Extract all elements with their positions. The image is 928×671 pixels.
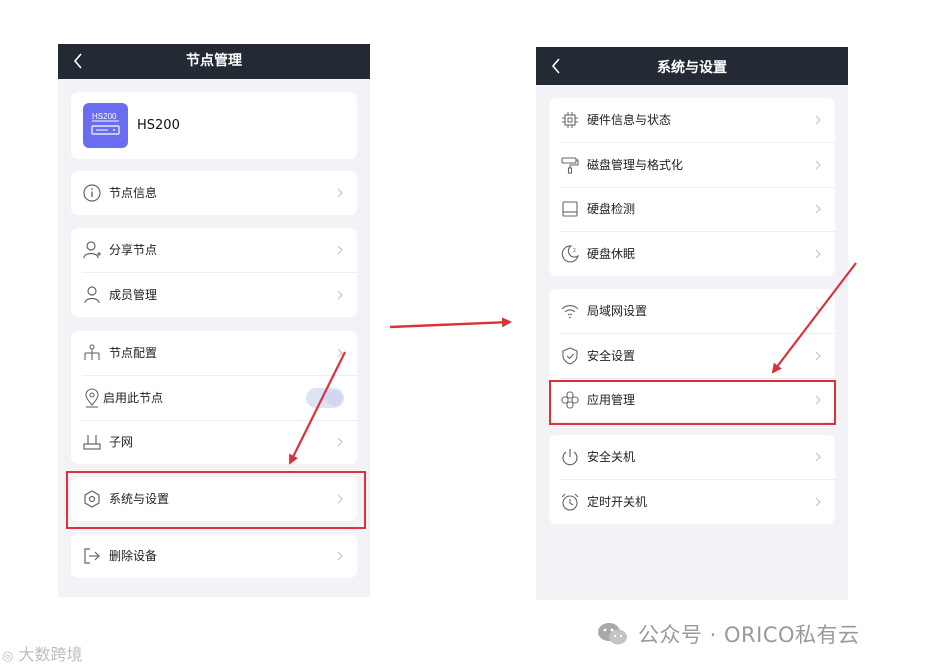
arrow-to-system-settings bbox=[289, 351, 346, 465]
arrow-between-screens bbox=[389, 317, 512, 329]
brand-logo-icon: ◎ bbox=[2, 649, 14, 664]
wechat-icon bbox=[598, 623, 627, 645]
watermark-brand-text: 大数跨境 bbox=[18, 645, 83, 664]
annotation-arrows bbox=[289, 262, 857, 465]
watermark-text: 公众号 · ORICO私有云 bbox=[638, 623, 860, 647]
watermark-brand: ◎ 大数跨境 bbox=[2, 641, 82, 665]
arrow-to-app-management bbox=[771, 262, 857, 374]
watermark-official-account: 公众号 · ORICO私有云 bbox=[596, 618, 860, 650]
